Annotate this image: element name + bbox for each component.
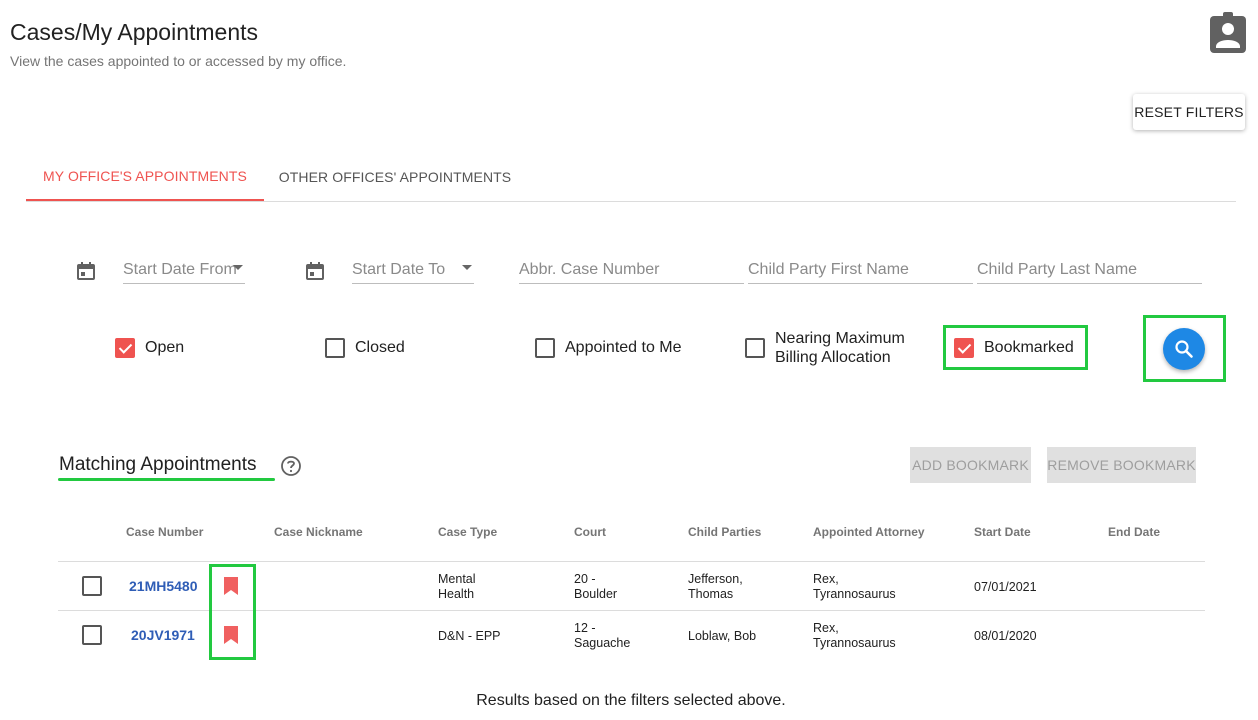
- court-cell: 12 - Saguache: [574, 621, 631, 650]
- row-checkbox[interactable]: [82, 576, 102, 596]
- column-header-case-nickname[interactable]: Case Nickname: [274, 525, 363, 539]
- child-first-name-field[interactable]: Child Party First Name: [748, 256, 973, 284]
- start-date-to-placeholder: Start Date To: [352, 261, 446, 278]
- checkbox-unchecked[interactable]: [535, 338, 555, 358]
- abbr-case-number-placeholder: Abbr. Case Number: [519, 261, 660, 278]
- closed-checkbox[interactable]: Closed: [325, 338, 405, 358]
- column-header-appointed-attorney[interactable]: Appointed Attorney: [813, 525, 925, 539]
- child-parties-cell: Jefferson, Thomas: [688, 572, 743, 601]
- reset-filters-button[interactable]: RESET FILTERS: [1133, 94, 1245, 130]
- nearing-max-billing-checkbox[interactable]: Nearing Maximum Billing Allocation: [745, 329, 925, 367]
- appointed-to-me-label: Appointed to Me: [565, 339, 682, 356]
- column-header-child-parties[interactable]: Child Parties: [688, 525, 761, 539]
- checkbox-unchecked[interactable]: [325, 338, 345, 358]
- dropdown-arrow-icon[interactable]: [233, 265, 243, 270]
- checkbox-checked[interactable]: [115, 338, 135, 358]
- add-bookmark-button[interactable]: ADD BOOKMARK: [910, 447, 1031, 483]
- case-number-link[interactable]: 20JV1971: [131, 627, 195, 643]
- search-button[interactable]: [1163, 328, 1205, 370]
- child-last-name-placeholder: Child Party Last Name: [977, 261, 1138, 278]
- closed-label: Closed: [355, 339, 405, 356]
- results-footer-text: Results based on the filters selected ab…: [476, 692, 786, 709]
- column-header-end-date[interactable]: End Date: [1108, 525, 1160, 539]
- checkbox-unchecked[interactable]: [745, 338, 765, 358]
- child-last-name-field[interactable]: Child Party Last Name: [977, 256, 1202, 284]
- calendar-icon[interactable]: [76, 261, 96, 281]
- bookmark-icon[interactable]: [223, 576, 239, 596]
- column-header-case-type[interactable]: Case Type: [438, 525, 497, 539]
- column-header-court[interactable]: Court: [574, 525, 606, 539]
- calendar-icon[interactable]: [305, 261, 325, 281]
- dropdown-arrow-icon[interactable]: [462, 265, 472, 270]
- page-subtitle: View the cases appointed to or accessed …: [10, 53, 347, 69]
- child-parties-cell: Loblaw, Bob: [688, 629, 757, 643]
- start-date-cell: 07/01/2021: [974, 580, 1037, 594]
- start-date-cell: 08/01/2020: [974, 629, 1037, 643]
- results-footer: Results based on the filters selected ab…: [0, 692, 1258, 710]
- start-date-to-field[interactable]: Start Date To: [352, 256, 474, 284]
- row-checkbox[interactable]: [82, 625, 102, 645]
- case-number-link[interactable]: 21MH5480: [129, 578, 198, 594]
- case-type-cell: D&N - EPP: [438, 629, 501, 643]
- case-type-cell: Mental Health: [438, 572, 476, 601]
- nearing-max-billing-label: Nearing Maximum Billing Allocation: [775, 330, 905, 366]
- column-header-start-date[interactable]: Start Date: [974, 525, 1031, 539]
- bookmark-icon[interactable]: [223, 625, 239, 645]
- child-first-name-placeholder: Child Party First Name: [748, 261, 909, 278]
- appointment-tabs: MY OFFICE'S APPOINTMENTS OTHER OFFICES' …: [26, 152, 1236, 202]
- remove-bookmark-button[interactable]: REMOVE BOOKMARK: [1047, 447, 1196, 483]
- bookmarked-checkbox[interactable]: Bookmarked: [954, 338, 1074, 358]
- court-cell: 20 - Boulder: [574, 572, 618, 601]
- start-date-from-field[interactable]: Start Date From: [123, 256, 245, 284]
- tab-my-offices-appointments[interactable]: MY OFFICE'S APPOINTMENTS: [26, 152, 264, 201]
- start-date-from-placeholder: Start Date From: [123, 261, 237, 278]
- bookmarked-label: Bookmarked: [984, 339, 1074, 356]
- table-divider: [58, 561, 1205, 562]
- open-checkbox[interactable]: Open: [115, 338, 184, 358]
- open-label: Open: [145, 339, 185, 356]
- title-underline: [58, 478, 275, 481]
- matching-appointments-title: Matching Appointments: [59, 454, 257, 475]
- attorney-cell: Rex, Tyrannosaurus: [813, 621, 896, 650]
- checkbox-checked[interactable]: [954, 338, 974, 358]
- appointed-to-me-checkbox[interactable]: Appointed to Me: [535, 338, 682, 358]
- attorney-cell: Rex, Tyrannosaurus: [813, 572, 896, 601]
- search-icon: [1175, 340, 1193, 358]
- account-box-icon[interactable]: [1208, 12, 1248, 54]
- tab-other-offices-appointments[interactable]: OTHER OFFICES' APPOINTMENTS: [264, 152, 526, 201]
- page-title: Cases/My Appointments: [10, 19, 259, 45]
- abbr-case-number-field[interactable]: Abbr. Case Number: [519, 256, 744, 284]
- help-circle-icon[interactable]: [280, 455, 302, 477]
- column-header-case-number[interactable]: Case Number: [126, 525, 203, 539]
